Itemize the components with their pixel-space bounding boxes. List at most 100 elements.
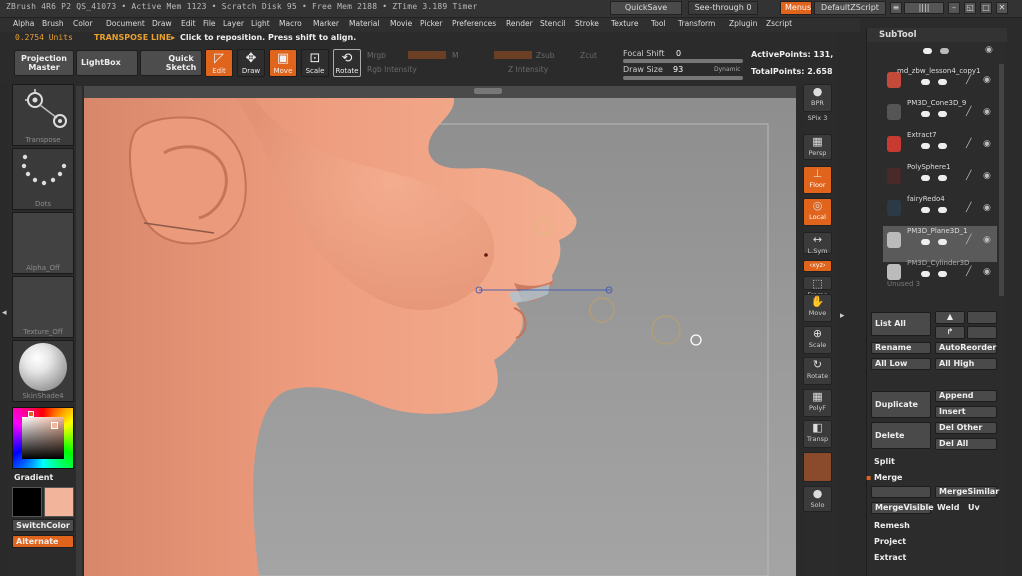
list-all-button[interactable]: List All [871, 312, 931, 336]
subtool-item[interactable]: fairyRedo4 ╱ ◉ [883, 194, 997, 224]
menu-marker[interactable]: Marker [313, 19, 339, 28]
layout-icon[interactable]: ≡ [890, 2, 902, 14]
visibility-dot[interactable] [921, 143, 930, 149]
color-picker[interactable] [12, 407, 74, 469]
projection-master-button[interactable]: Projection Master [14, 50, 74, 76]
merge-similar-button[interactable]: MergeSimilar [935, 486, 999, 498]
merge-visible-button[interactable]: MergeVisible [871, 502, 934, 514]
subtool-scrollbar[interactable] [999, 64, 1004, 296]
move-up-button[interactable]: ▲ [935, 311, 965, 324]
eye-icon[interactable]: ◉ [983, 235, 991, 245]
polypaint-dot[interactable] [938, 111, 947, 117]
menu-light[interactable]: Light [251, 19, 270, 28]
eye-icon[interactable]: ◉ [983, 171, 991, 181]
mrgb-button[interactable]: Mrgb [367, 51, 386, 60]
draw-button[interactable]: ✥ Draw [237, 49, 265, 77]
menu-preferences[interactable]: Preferences [452, 19, 496, 28]
quick-sketch-button[interactable]: Quick Sketch [140, 50, 202, 76]
hue-marker[interactable] [28, 411, 34, 417]
eye-icon[interactable]: ◉ [983, 107, 991, 117]
uv-toggle[interactable]: Uv [968, 503, 980, 512]
brush-icon[interactable]: ╱ [966, 139, 971, 149]
persp-button[interactable]: ▦ Persp [803, 134, 832, 160]
project-section[interactable]: Project [874, 537, 906, 546]
duplicate-button[interactable]: Duplicate [871, 391, 931, 418]
merge-expand-icon[interactable]: ▪ [866, 473, 871, 482]
split-section[interactable]: Split [874, 457, 895, 466]
auto-reorder-button[interactable]: AutoReorder [935, 342, 997, 354]
rotate-view-button[interactable]: ↻ Rotate [803, 357, 832, 385]
polypaint-dot[interactable] [938, 207, 947, 213]
visibility-dot[interactable] [921, 239, 930, 245]
transp-button[interactable]: ◧ Transp [803, 420, 832, 448]
polypaint-dot[interactable] [938, 175, 947, 181]
polyf-button[interactable]: ▦ PolyF [803, 389, 832, 417]
secondary-color-swatch[interactable] [44, 487, 74, 517]
scale-button[interactable]: ⊡ Scale [301, 49, 329, 77]
move-down-button[interactable]: ↱ [935, 326, 965, 339]
polypaint-dot[interactable] [938, 239, 947, 245]
del-all-button[interactable]: Del All [935, 438, 997, 450]
rgb-intensity-slider[interactable]: Rgb Intensity [367, 65, 417, 74]
brush-icon[interactable]: ╱ [966, 235, 971, 245]
rotate-button[interactable]: ⟲ Rotate [333, 49, 361, 77]
alpha-slot[interactable]: Alpha_Off [12, 212, 74, 274]
brush-icon[interactable]: ╱ [966, 75, 971, 85]
append-button[interactable]: Append [935, 390, 997, 402]
zsub-button[interactable]: Zsub [536, 51, 555, 60]
menu-alpha[interactable]: Alpha [13, 19, 34, 28]
menu-file[interactable]: File [203, 19, 216, 28]
edit-button[interactable]: ◸ Edit [205, 49, 233, 77]
palette-toggle-icon[interactable]: |||| [904, 2, 944, 14]
see-through-slider[interactable]: See-through 0 [688, 1, 758, 15]
menu-picker[interactable]: Picker [420, 19, 442, 28]
blank-button-1[interactable] [967, 311, 997, 324]
brush-icon[interactable]: ╱ [966, 267, 971, 277]
subtool-item[interactable]: md_zbw_lesson4_copy1 ╱ ◉ [883, 66, 997, 96]
zadd-slot[interactable] [494, 51, 532, 59]
maximize-icon[interactable]: □ [980, 2, 992, 14]
polypaint-dot[interactable] [938, 79, 947, 85]
transpose-brush-slot[interactable]: Transpose [12, 84, 74, 146]
subtool-item[interactable]: Extract7 ╱ ◉ [883, 130, 997, 160]
delete-button[interactable]: Delete [871, 422, 931, 449]
insert-button[interactable]: Insert [935, 406, 997, 418]
eye-icon[interactable]: ◉ [983, 267, 991, 277]
menu-stroke[interactable]: Stroke [575, 19, 599, 28]
subtool-item-top-toggles[interactable]: ◉ [885, 45, 995, 56]
color-picker-cursor[interactable] [51, 422, 58, 429]
restore-icon[interactable]: ◱ [964, 2, 976, 14]
z-intensity-slider[interactable]: Z Intensity [508, 65, 548, 74]
viewport-canvas[interactable] [84, 98, 796, 576]
lsym-button[interactable]: ↔ L.Sym [803, 232, 832, 255]
menu-color[interactable]: Color [73, 19, 93, 28]
dynamic-button[interactable]: Dynamic [714, 66, 740, 73]
focal-shift-slider[interactable] [623, 59, 743, 63]
brush-icon[interactable]: ╱ [966, 203, 971, 213]
draw-size-slider[interactable] [623, 76, 743, 80]
menu-transform[interactable]: Transform [678, 19, 715, 28]
polypaint-dot[interactable] [938, 143, 947, 149]
right-tray-toggle-icon[interactable]: ▸ [840, 311, 845, 321]
subtool-item[interactable]: PolySphere1 ╱ ◉ [883, 162, 997, 192]
frame-button[interactable]: ⬚Frame [803, 276, 832, 299]
menu-zscript[interactable]: Zscript [766, 19, 792, 28]
left-tray-toggle-icon[interactable]: ◂ [2, 308, 7, 318]
eye-icon[interactable]: ◉ [983, 75, 991, 85]
canvas-scroll-handle[interactable] [474, 88, 502, 94]
solo-button[interactable]: ● Solo [803, 486, 832, 512]
menu-brush[interactable]: Brush [42, 19, 64, 28]
eye-icon[interactable]: ◉ [983, 139, 991, 149]
rename-button[interactable]: Rename [871, 342, 931, 354]
gradient-label[interactable]: Gradient [14, 473, 53, 482]
menu-tool[interactable]: Tool [651, 19, 666, 28]
all-low-button[interactable]: All Low [871, 358, 931, 370]
visibility-dot[interactable] [921, 207, 930, 213]
lightbox-button[interactable]: LightBox [76, 50, 138, 76]
brush-icon[interactable]: ╱ [966, 171, 971, 181]
subtool-header[interactable]: SubTool [867, 28, 1007, 42]
left-scrollbar[interactable] [76, 86, 82, 576]
menu-render[interactable]: Render [506, 19, 533, 28]
menu-movie[interactable]: Movie [390, 19, 412, 28]
all-high-button[interactable]: All High [935, 358, 997, 370]
